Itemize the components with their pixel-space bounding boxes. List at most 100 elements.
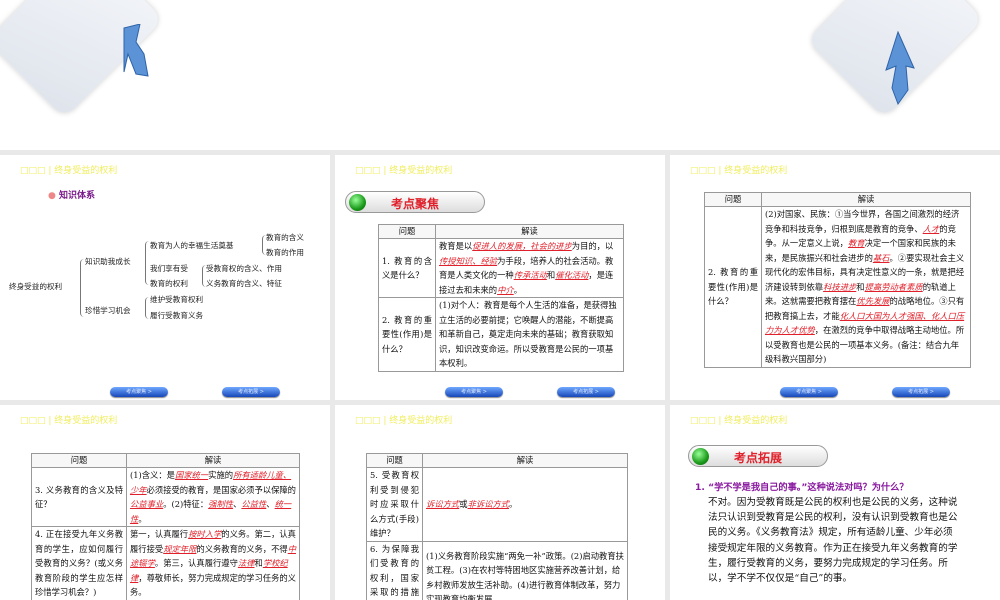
top-decoration	[0, 0, 1000, 150]
answer-text: 和	[856, 281, 865, 292]
answer-keyword: 诉讼方式	[426, 499, 460, 509]
slide-thumbnail-3[interactable]: □□□ | 终身受益的权利 问题 解读 2. 教育的重要性(作用)是什么？ (2)对国…	[670, 155, 1000, 400]
answer-cell: 诉讼方式或非诉讼方式。	[422, 467, 628, 542]
answer-keyword: 催化活动	[555, 270, 589, 280]
answer-keyword: 中介	[497, 284, 514, 295]
answer-keyword: 优先发展	[856, 296, 890, 306]
question-cell: 4. 正在接受九年义务教育的学生，应如何履行受教育的义务？(或义务教育阶段的学生…	[31, 526, 127, 600]
answer-cell: (2)对国家、民族：①当今世界，各国之间激烈的经济竞争和科技竞争，归根到底是教育…	[761, 206, 971, 368]
answer-cell: 第一，认真履行按时入学的义务。第二，认真履行接受规定年限的义务教育的义务，不得中…	[126, 526, 300, 600]
slide-thumbnail-2[interactable]: □□□ | 终身受益的权利 考点聚焦 问题 解读 1. 教育的含义是什么？ 教育是以促…	[335, 155, 665, 400]
mindmap-node: 教育为人的幸福生活奠基	[150, 241, 234, 250]
question-cell: 1. 教育的含义是什么？	[378, 238, 436, 298]
answer-text: 为目的，以	[571, 241, 614, 251]
table-row: 4. 正在接受九年义务教育的学生，应如何履行受教育的义务？(或义务教育阶段的学生…	[31, 526, 300, 600]
answer-keyword: 人才	[922, 223, 940, 234]
mindmap-node: 履行受教育义务	[150, 311, 204, 320]
curved-arrow-icon	[123, 24, 149, 77]
mindmap-leaf: 义务教育的含义、特征	[206, 279, 282, 288]
answer-keyword: 公益性	[241, 499, 267, 509]
answer-cell: (1)对个人：教育是每个人生活的准备，是获得独立生活的必要前提；它唤醒人的潜能，…	[435, 297, 624, 372]
nav-button-prev[interactable]: 考点聚焦 >	[445, 387, 503, 397]
mindmap-branch: 珍惜学习机会	[85, 306, 131, 315]
answer-keyword: 促进人的发展，社会的进步	[472, 241, 572, 251]
mindmap-leaf: 教育的作用	[266, 248, 304, 257]
mindmap-node: 我们享有受	[150, 264, 188, 273]
mindmap-leaf: 受教育权的含义、作用	[206, 264, 282, 273]
answer-text: 和	[254, 558, 263, 568]
answer-text: 、	[266, 499, 275, 509]
column-header-question: 问题	[366, 453, 423, 468]
answer-text: 。	[513, 284, 523, 295]
table-row: 3. 义务教育的含义及特征？ (1)含义：是国家统一实施的所有适龄儿童、少年必须接…	[31, 467, 300, 527]
qa-table: 问题 解读 2. 教育的重要性(作用)是什么？ (2)对国家、民族：①当今世界，各国之…	[704, 192, 971, 368]
answer-keyword: 基石	[872, 252, 890, 263]
answer-keyword: 规定年限	[163, 543, 197, 554]
slide-thumbnail-4[interactable]: □□□ | 终身受益的权利 问题 解读 3. 义务教育的含义及特征？ (1)含义：是国…	[0, 405, 330, 600]
answer-keyword: 非诉讼方式	[467, 499, 510, 509]
up-arrow-icon	[885, 30, 915, 106]
answer-keyword: 教育	[847, 238, 865, 248]
answer-text: (1)含义：是	[130, 470, 175, 480]
answer-text: 。	[138, 513, 147, 524]
answer-text: 的义务教育的义务，不得	[196, 543, 288, 554]
column-header-answer: 解读	[435, 224, 624, 239]
answer-text: 和	[546, 270, 556, 280]
answer-text: 不对。因为受教育既是公民的权利也是公民的义务，这种说法只认识到受教育是公民的权利…	[708, 497, 958, 585]
slide-thumbnail-1[interactable]: □□□ | 终身受益的权利 ● 知识体系 终身受益的权利 知识助我成长 珍惜学习…	[0, 155, 330, 400]
slide-header: □□□ | 终身受益的权利	[355, 166, 453, 176]
question-cell: 6. 为保障我们受教育的权利，国家采取的措施有	[366, 540, 423, 600]
qa-table: 问题 解读 5. 受教育权利受到侵犯时应采取什么方式(手段)维护？ 诉讼方式或非诉讼方…	[366, 453, 628, 600]
table-row: 6. 为保障我们受教育的权利，国家采取的措施有(1)义务教育阶段实施“两免一补”…	[366, 540, 628, 600]
slide-header: □□□ | 终身受益的权利	[20, 416, 118, 426]
mindmap-root: 终身受益的权利	[9, 282, 63, 291]
answer-cell: 教育是以促进人的发展，社会的进步为目的，以传授知识、经验为手段，培养人的社会活动…	[435, 238, 624, 298]
answer-text: (1)对个人：教育是每个人生活的准备，是获得独立生活的必要前提；它唤醒人的潜能，…	[439, 300, 617, 368]
table-row: 5. 受教育权利受到侵犯时应采取什么方式(手段)维护？ 诉讼方式或非诉讼方式。	[366, 467, 628, 542]
answer-text: 教育是以	[439, 241, 473, 251]
slide-header: □□□ | 终身受益的权利	[20, 166, 118, 176]
answer-keyword: 传授知识、经验	[439, 255, 498, 266]
column-header-answer: 解读	[761, 192, 971, 207]
answer-keyword: 法律	[237, 558, 255, 568]
answer-text: 或	[459, 499, 468, 509]
mindmap-node: 教育的权利	[150, 279, 188, 288]
nav-button-next[interactable]: 考点拓展 >	[557, 387, 615, 397]
answer-text: 。第三，认真履行遵守	[154, 558, 238, 568]
mindmap-node: 维护受教育权利	[150, 295, 204, 304]
table-row: 1. 教育的含义是什么？ 教育是以促进人的发展，社会的进步为目的，以传授知识、经验…	[378, 238, 624, 298]
answer-keyword: 传承活动	[513, 270, 547, 280]
answer-keyword: 国家统一	[174, 470, 209, 480]
nav-button-prev[interactable]: 考点聚焦 >	[780, 387, 838, 397]
table-row: 2. 教育的重要性(作用)是什么？ (1)对个人：教育是每个人生活的准备，是获得独…	[378, 297, 624, 372]
answer-cell: (1)义务教育阶段实施“两免一补”政策。(2)启动教育扶贫工程。(3)在农村等特…	[422, 540, 628, 600]
answer-cell: (1)含义：是国家统一实施的所有适龄儿童、少年必须接受的教育，是国家必须予以保障…	[126, 467, 300, 527]
answer-text: 。	[509, 499, 518, 509]
column-header-question: 问题	[378, 224, 436, 239]
nav-button-next[interactable]: 考点拓展 >	[222, 387, 280, 397]
answer-keyword: 公益事业	[130, 499, 164, 509]
question-text: 1. “学不学是我自己的事。”这种说法对吗？为什么？	[695, 482, 909, 493]
column-header-question: 问题	[704, 192, 762, 207]
answer-text: 实施的	[208, 470, 234, 480]
answer-text: 。(2)特征：	[163, 499, 209, 509]
nav-button-prev[interactable]: 考点聚焦 >	[110, 387, 168, 397]
answer-keyword: 强制性	[208, 499, 234, 509]
question-cell: 2. 教育的重要性(作用)是什么？	[378, 297, 436, 372]
column-header-answer: 解读	[422, 453, 628, 468]
column-header-question: 问题	[31, 453, 127, 468]
table-row: 2. 教育的重要性(作用)是什么？ (2)对国家、民族：①当今世界，各国之间激烈的…	[704, 206, 971, 368]
nav-button-next[interactable]: 考点拓展 >	[892, 387, 950, 397]
question-cell: 2. 教育的重要性(作用)是什么？	[704, 206, 762, 368]
slide-thumbnail-5[interactable]: □□□ | 终身受益的权利 问题 解读 5. 受教育权利受到侵犯时应采取什么方式(手…	[335, 405, 665, 600]
qa-table: 问题 解读 3. 义务教育的含义及特征？ (1)含义：是国家统一实施的所有适龄儿童、少…	[31, 453, 300, 600]
answer-text: (1)义务教育阶段实施“两免一补”政策。(2)启动教育扶贫工程。(3)在农村等特…	[426, 550, 624, 600]
answer-text: 第一，认真履行	[130, 529, 189, 539]
mindmap-branch: 知识助我成长	[85, 257, 131, 266]
section-title: ● 知识体系	[48, 191, 96, 201]
slide-thumbnail-6[interactable]: □□□ | 终身受益的权利 考点拓展 1. “学不学是我自己的事。”这种说法对吗…	[670, 405, 1000, 600]
slide-header: □□□ | 终身受益的权利	[690, 416, 788, 426]
answer-keyword: 科技进步	[823, 281, 857, 292]
answer-text: ，尊敬师长，努力完成规定的学习任务的义务。	[130, 572, 296, 598]
mindmap-leaf: 教育的含义	[266, 233, 304, 242]
